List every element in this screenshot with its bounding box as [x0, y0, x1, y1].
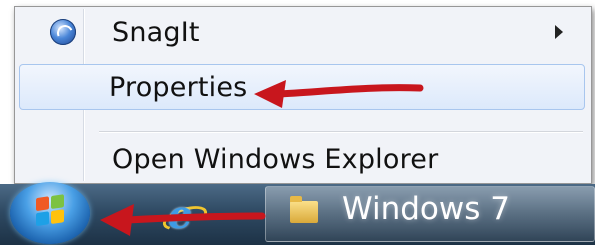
windows-logo-icon	[36, 194, 66, 228]
taskbar-window-label: Windows 7	[342, 191, 510, 227]
start-button[interactable]	[10, 182, 90, 244]
annotation-arrow-properties	[254, 80, 424, 108]
annotation-arrow-start	[100, 204, 266, 236]
menu-item-open-windows-explorer[interactable]: Open Windows Explorer	[19, 136, 585, 182]
taskbar-window-button[interactable]: Windows 7	[265, 186, 595, 242]
snagit-icon	[50, 19, 76, 45]
menu-item-label: SnagIt	[112, 16, 200, 48]
menu-item-snagit[interactable]: SnagIt	[19, 9, 585, 55]
menu-item-label: Open Windows Explorer	[112, 143, 439, 175]
submenu-arrow-icon	[555, 25, 563, 39]
folder-icon	[290, 196, 318, 223]
menu-item-label: Properties	[109, 71, 248, 103]
menu-separator	[99, 131, 583, 132]
